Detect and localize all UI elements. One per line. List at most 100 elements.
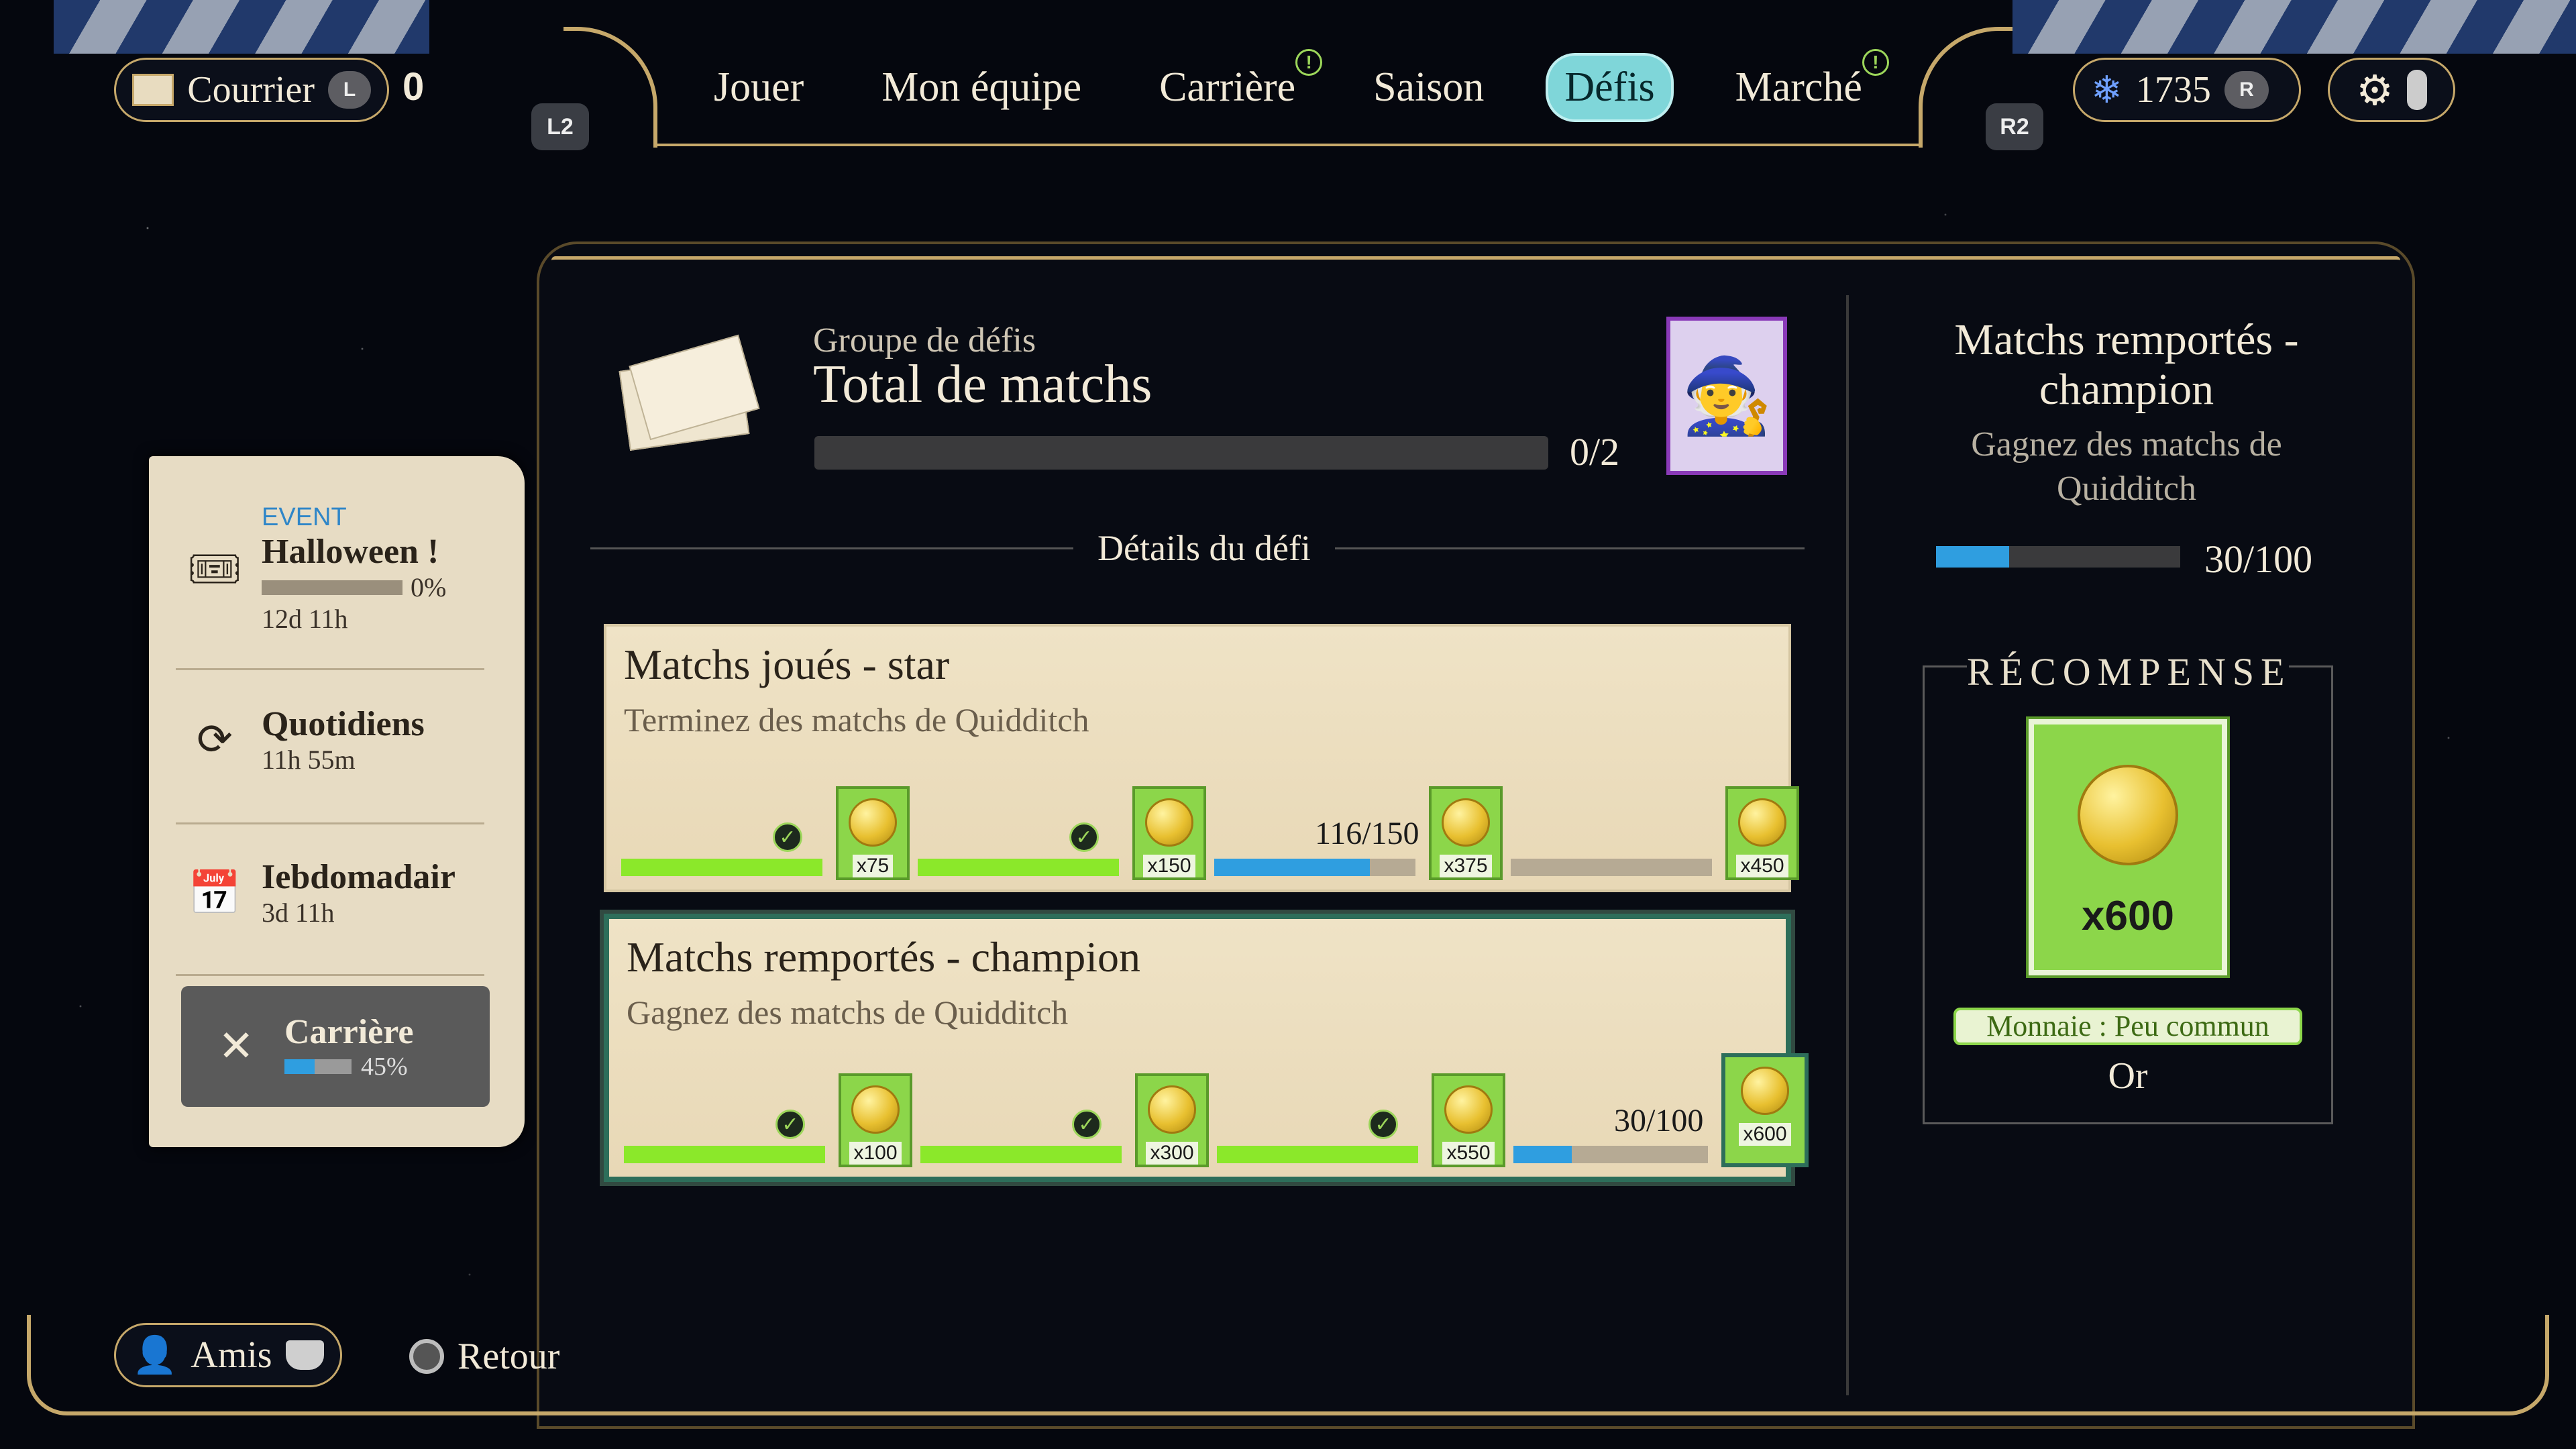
bottom-frame [27, 1315, 2549, 1415]
settings-button[interactable]: ⚙ [2328, 58, 2455, 122]
category-daily[interactable]: ⟳ Quotidiens 11h 55m [149, 704, 498, 775]
divider [176, 668, 484, 670]
detail-subtitle: Gagnez des matchs de Quidditch [1971, 425, 2282, 508]
mail-button[interactable]: Courrier L [114, 58, 389, 122]
reward-coin[interactable]: x100 [839, 1073, 912, 1167]
reward-qty: x300 [1146, 1142, 1198, 1165]
touchpad-button-icon [285, 1340, 324, 1370]
reward-coin[interactable]: x150 [1132, 786, 1206, 880]
touchpad-icon [2406, 70, 2427, 110]
currency-value: 1735 [2135, 69, 2211, 111]
detail-title: Matchs remportés - champion [1954, 315, 2299, 414]
challenge-card[interactable]: Matchs remportés - champion Gagnez des m… [604, 914, 1809, 1182]
gold-coin-icon [851, 1085, 900, 1134]
friends-icon: 👤 [132, 1334, 178, 1376]
check-icon: ✓ [775, 1110, 805, 1139]
event-progress-bar [262, 580, 402, 595]
divider [176, 822, 484, 824]
friends-label: Amis [191, 1334, 272, 1376]
tab-label: Saison [1373, 64, 1485, 110]
tab-5[interactable]: Marché! [1719, 48, 1889, 119]
reward-qty: x450 [1736, 855, 1788, 877]
l-button-hint: L [327, 71, 371, 109]
career-title: Carrière [284, 1012, 414, 1051]
tab-0[interactable]: Jouer [698, 56, 820, 119]
reward-amount: x600 [2082, 893, 2174, 939]
tab-label: Défis [1564, 64, 1655, 110]
group-progress-text: 0/2 [1570, 430, 1620, 474]
group-progress-bar [814, 436, 1548, 470]
reward-card[interactable]: x600 [2029, 719, 2227, 975]
tab-3[interactable]: Saison [1357, 56, 1500, 119]
challenge-title: Matchs joués - star [624, 641, 950, 688]
friends-button[interactable]: 👤 Amis [114, 1323, 342, 1387]
career-progress-text: 45% [361, 1052, 408, 1081]
divider [176, 974, 484, 976]
tab-label: Jouer [714, 64, 804, 110]
currency-display[interactable]: ❄ 1735 R [2073, 58, 2301, 122]
gold-coin-icon [1145, 798, 1193, 847]
tier-progress-bar [918, 859, 1119, 876]
gold-coin-icon [849, 798, 897, 847]
check-icon: ✓ [1069, 822, 1099, 852]
gold-coin-icon [2078, 765, 2178, 865]
check-icon: ✓ [773, 822, 802, 852]
event-time: 12d 11h [262, 604, 348, 634]
reward-qty: x100 [849, 1142, 902, 1165]
details-label: Détails du défi [1097, 528, 1311, 568]
back-button[interactable]: Retour [409, 1335, 559, 1378]
tier-progress-bar [1214, 859, 1415, 876]
details-divider-left [590, 547, 1073, 549]
notification-icon: ! [1295, 48, 1323, 76]
l2-button[interactable]: L2 [531, 103, 589, 150]
top-left-banner [54, 0, 429, 54]
reward-coin[interactable]: x375 [1429, 786, 1503, 880]
category-weekly[interactable]: 📅 Iebdomadair 3d 11h [149, 857, 498, 928]
reward-qty: x150 [1143, 855, 1195, 877]
reward-qty: x550 [1442, 1142, 1495, 1165]
daily-title: Quotidiens [262, 705, 425, 743]
letters-icon [610, 334, 760, 451]
clock-icon: ⟳ [197, 715, 233, 765]
category-career[interactable]: ✕ Carrière 45% [181, 986, 490, 1107]
gold-coin-icon [1444, 1085, 1493, 1134]
reward-coin[interactable]: x450 [1725, 786, 1799, 880]
reward-card-witch-icon: 🧙 [1666, 317, 1787, 475]
notification-icon: ! [1862, 48, 1889, 76]
category-event[interactable]: 🎟 EVENT Halloween ! 0% 12d 11h [149, 503, 498, 635]
tier-progress-text: 116/150 [1315, 816, 1419, 851]
detail-progress-text: 30/100 [2204, 537, 2313, 581]
reward-coin[interactable]: x300 [1135, 1073, 1209, 1167]
crossed-brooms-icon: ✕ [218, 1022, 254, 1071]
tab-label: Mon équipe [881, 64, 1082, 110]
tier-progress-bar [920, 1146, 1122, 1163]
challenge-title: Matchs remportés - champion [627, 933, 1140, 981]
reward-coin[interactable]: x75 [836, 786, 910, 880]
tab-2[interactable]: Carrière! [1143, 48, 1323, 119]
challenge-subtitle: Gagnez des matchs de Quidditch [627, 994, 1069, 1031]
tab-1[interactable]: Mon équipe [865, 56, 1097, 119]
calendar-icon: 📅 [188, 868, 241, 918]
envelope-icon [132, 74, 174, 106]
reward-qty: x75 [852, 855, 894, 877]
group-title: Total de matchs [813, 355, 1152, 414]
tier-progress-bar [621, 859, 822, 876]
top-right-banner [2012, 0, 2576, 54]
tier-progress-text: 30/100 [1614, 1103, 1704, 1138]
reward-coin[interactable]: x550 [1432, 1073, 1505, 1167]
gold-coin-icon [1148, 1085, 1196, 1134]
circle-button-icon [409, 1339, 444, 1374]
tab-4[interactable]: Défis [1546, 52, 1674, 122]
mail-label: Courrier [187, 69, 315, 111]
reward-coin[interactable]: x600 [1721, 1053, 1809, 1167]
tier-progress-bar [1217, 1146, 1418, 1163]
gold-coin-icon [1442, 798, 1490, 847]
weekly-title: Iebdomadair [262, 858, 455, 896]
reward-type: Or [2108, 1055, 2148, 1097]
tier-progress-bar [1511, 859, 1712, 876]
challenge-card[interactable]: Matchs joués - star Terminez des matchs … [604, 624, 1799, 892]
reward-rarity-tag: Monnaie : Peu commun [1953, 1008, 2302, 1045]
challenge-subtitle: Terminez des matchs de Quidditch [624, 701, 1089, 739]
check-icon: ✓ [1072, 1110, 1102, 1139]
r2-button[interactable]: R2 [1986, 103, 2043, 150]
